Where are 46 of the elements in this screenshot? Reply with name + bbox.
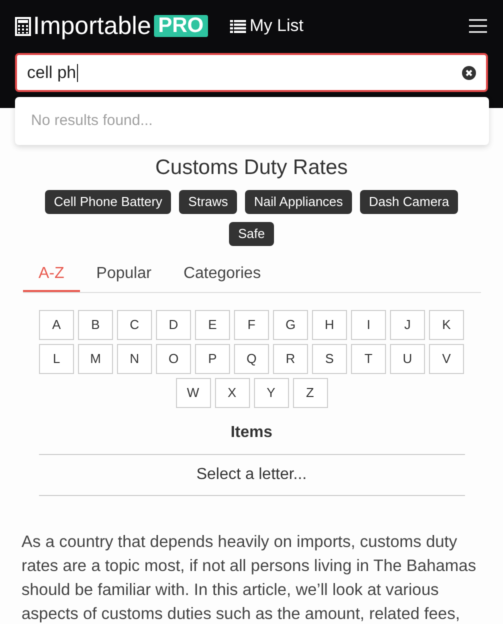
letter-button[interactable]: B <box>78 310 113 340</box>
letter-button[interactable]: O <box>156 344 191 374</box>
tag-chip[interactable]: Safe <box>229 222 274 246</box>
letter-button[interactable]: R <box>273 344 308 374</box>
letter-button[interactable]: T <box>351 344 386 374</box>
letter-button[interactable]: U <box>390 344 425 374</box>
letter-button[interactable]: Q <box>234 344 269 374</box>
letter-button[interactable]: Z <box>292 378 328 408</box>
tag-chip[interactable]: Cell Phone Battery <box>44 190 172 214</box>
letter-button[interactable]: A <box>39 310 74 340</box>
letter-button[interactable]: M <box>78 344 113 374</box>
pro-badge: PRO <box>154 15 208 37</box>
tab[interactable]: Categories <box>167 258 277 292</box>
tab[interactable]: Popular <box>80 258 168 292</box>
items-heading: Items <box>230 423 272 443</box>
letter-button[interactable]: G <box>273 310 308 340</box>
tag-chip[interactable]: Straws <box>179 190 238 214</box>
letter-button[interactable]: D <box>156 310 191 340</box>
letter-button[interactable]: Y <box>254 378 288 408</box>
letter-button[interactable]: E <box>195 310 230 340</box>
letter-button[interactable]: L <box>39 344 74 374</box>
no-results-text: No results found... <box>31 110 153 131</box>
select-prompt: Select a letter... <box>196 465 307 485</box>
intro-paragraph: As a country that depends heavily on imports, customs duty rates are a topic most, if not all persons living in The Bahamas should be familiar with. In this article, we’ll look at various aspects of customs duties such as the amount, related fees, <box>22 532 478 624</box>
letter-button[interactable]: C <box>117 310 152 340</box>
letter-button[interactable]: X <box>214 378 250 408</box>
letter-button[interactable]: F <box>234 310 269 340</box>
letter-button[interactable]: S <box>312 344 347 374</box>
calculator-icon <box>15 16 31 36</box>
letter-button[interactable]: H <box>312 310 347 340</box>
clear-icon[interactable] <box>462 66 476 80</box>
page-heading: Customs Duty Rates <box>155 156 348 180</box>
letter-button[interactable]: K <box>429 310 464 340</box>
menu-icon[interactable] <box>469 19 487 33</box>
letter-button[interactable]: W <box>176 378 210 408</box>
my-list-link[interactable]: My List <box>230 13 304 39</box>
letter-button[interactable]: N <box>117 344 152 374</box>
tag-chip[interactable]: Dash Camera <box>360 190 458 214</box>
letter-button[interactable]: P <box>195 344 230 374</box>
logo-text[interactable]: Importable <box>33 14 152 38</box>
letter-button[interactable]: J <box>390 310 425 340</box>
tag-chip[interactable]: Nail Appliances <box>245 190 352 214</box>
letter-button[interactable]: V <box>429 344 464 374</box>
list-icon <box>230 20 246 32</box>
letter-button[interactable]: I <box>351 310 386 340</box>
search-field[interactable]: cell ph <box>15 53 488 92</box>
